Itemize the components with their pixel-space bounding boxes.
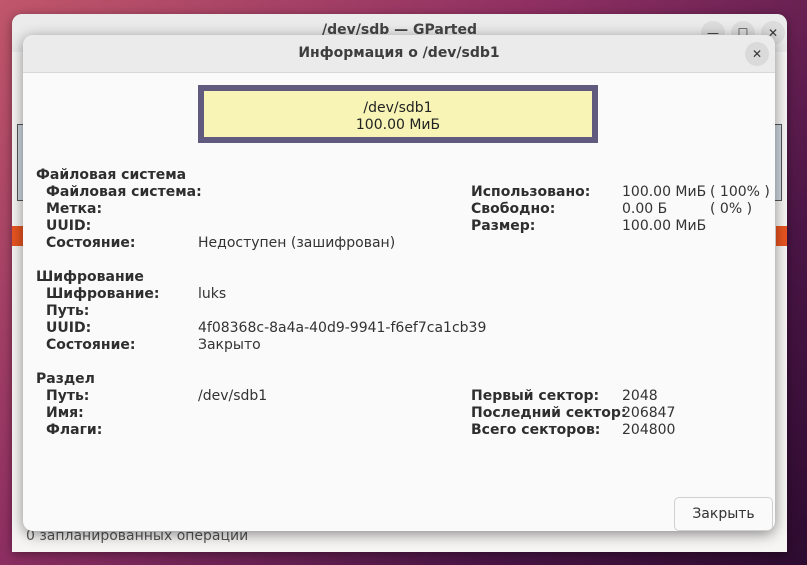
fs-label-label: Метка:	[46, 201, 103, 217]
enc-state-label: Состояние:	[46, 337, 136, 353]
partition-section-title: Раздел	[36, 371, 95, 387]
free-label: Свободно:	[471, 201, 556, 217]
part-path-label: Путь:	[46, 388, 90, 404]
fs-state-label: Состояние:	[46, 235, 136, 251]
first-sector-value: 2048	[622, 388, 658, 404]
last-sector-label: Последний сектор:	[471, 405, 627, 421]
encryption-value: luks	[198, 286, 227, 302]
encryption-section-title: Шифрование	[36, 269, 144, 285]
partition-graphic-size: 100.00 МиБ	[355, 117, 441, 133]
enc-uuid-value: 4f08368c-8a4a-40d9-9941-f6ef7ca1cb39	[198, 320, 487, 336]
part-flags-label: Флаги:	[46, 422, 103, 438]
enc-path-label: Путь:	[46, 303, 90, 319]
size-value: 100.00 МиБ	[622, 218, 707, 234]
dialog-title: Информация о /dev/sdb1	[298, 45, 500, 61]
filesystem-label: Файловая система:	[46, 184, 202, 200]
last-sector-value: 206847	[622, 405, 676, 421]
close-button[interactable]: Закрыть	[674, 497, 773, 531]
free-value: 0.00 Б	[622, 201, 668, 217]
first-sector-label: Первый сектор:	[471, 388, 600, 404]
total-sectors-label: Всего секторов:	[471, 422, 601, 438]
encryption-label: Шифрование:	[46, 286, 160, 302]
part-path-value: /dev/sdb1	[198, 388, 268, 404]
total-sectors-value: 204800	[622, 422, 676, 438]
dialog-header: Информация о /dev/sdb1 ✕	[23, 35, 775, 73]
part-name-label: Имя:	[46, 405, 84, 421]
enc-state-value: Закрыто	[198, 337, 261, 353]
partition-graphic: /dev/sdb1 100.00 МиБ	[198, 85, 598, 143]
selected-row-right-edge	[776, 226, 787, 246]
partition-info-dialog: Информация о /dev/sdb1 ✕ /dev/sdb1 100.0…	[23, 35, 775, 531]
enc-uuid-label: UUID:	[46, 320, 92, 336]
partition-graphic-name: /dev/sdb1	[363, 100, 433, 116]
free-percent: ( 0% )	[710, 201, 753, 217]
filesystem-section-title: Файловая система	[36, 167, 187, 183]
dialog-close-icon[interactable]: ✕	[745, 42, 769, 66]
selected-row-left-edge	[12, 226, 23, 246]
disk-graphic-right-edge	[774, 124, 782, 201]
used-label: Использовано:	[471, 184, 591, 200]
fs-state-value: Недоступен (зашифрован)	[198, 235, 396, 251]
used-value: 100.00 МиБ	[622, 184, 707, 200]
size-label: Размер:	[471, 218, 536, 234]
fs-uuid-label: UUID:	[46, 218, 92, 234]
used-percent: ( 100% )	[710, 184, 770, 200]
